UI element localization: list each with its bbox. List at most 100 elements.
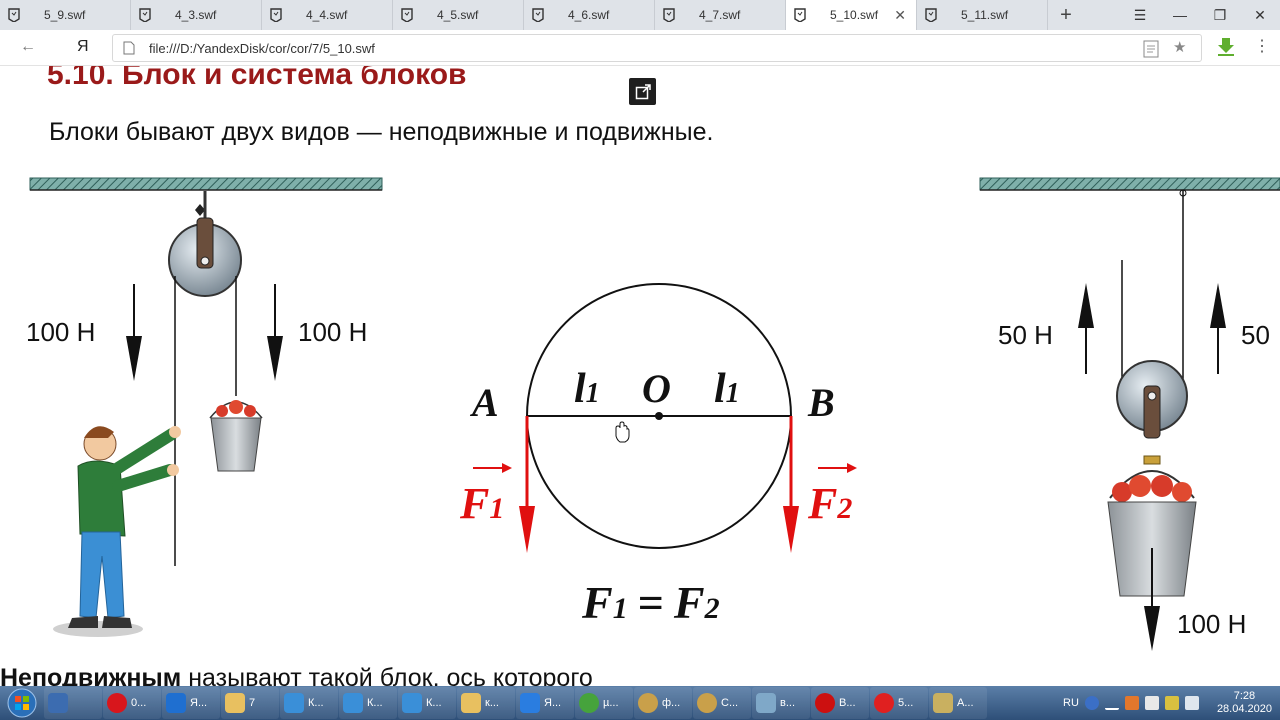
- definition-rest: называют такой блок, ось которого: [181, 664, 593, 686]
- F1-subscript: 1: [489, 492, 504, 525]
- l-letter: l: [574, 366, 586, 412]
- l-letter: l: [714, 366, 726, 412]
- taskbar-item-k1[interactable]: К...: [280, 687, 338, 719]
- flag-icon[interactable]: [1164, 696, 1179, 710]
- yandex-home-button[interactable]: Я: [77, 38, 89, 56]
- screen: 5_9.swf 4_3.swf 4_4.swf 4_5.swf 4_6.swf …: [0, 0, 1280, 720]
- taskbar-item-utorrent[interactable]: µ...: [575, 687, 633, 719]
- close-window-icon[interactable]: ✕: [1240, 0, 1280, 30]
- window-icon: [756, 693, 776, 713]
- l-subscript: 1: [586, 378, 600, 409]
- more-menu-icon[interactable]: ⋮: [1254, 36, 1270, 56]
- clock[interactable]: 7:28 28.04.2020: [1217, 690, 1272, 716]
- label-B: B: [807, 380, 835, 425]
- tab-label: 4_3.swf: [175, 8, 217, 22]
- taskbar-item-paint-f[interactable]: ф...: [634, 687, 692, 719]
- swf-file-icon: [8, 8, 20, 22]
- hand-cursor-icon: [615, 421, 630, 443]
- taskbar-item-recorder[interactable]: В...: [811, 687, 869, 719]
- close-tab-icon[interactable]: ✕: [894, 7, 906, 24]
- force-label-up-left: 50 Н: [998, 320, 1053, 350]
- force-label-up-right: 50: [1241, 320, 1270, 350]
- swf-file-icon: [270, 8, 282, 22]
- keys-icon: [933, 693, 953, 713]
- tab-4-6[interactable]: 4_6.swf: [524, 0, 655, 30]
- tab-4-7[interactable]: 4_7.swf: [655, 0, 786, 30]
- tab-4-3[interactable]: 4_3.swf: [131, 0, 262, 30]
- download-icon[interactable]: [1216, 37, 1236, 57]
- hamburger-menu-icon[interactable]: ☰: [1120, 0, 1160, 30]
- network-icon[interactable]: [1124, 696, 1139, 710]
- taskbar-item-opera[interactable]: 0...: [103, 687, 161, 719]
- taskbar-item-yandex-disk[interactable]: Я...: [162, 687, 220, 719]
- language-indicator[interactable]: RU: [1063, 697, 1079, 709]
- label-l1-right: l1: [714, 366, 740, 412]
- taskbar-item-v[interactable]: в...: [752, 687, 810, 719]
- device-icon[interactable]: [1144, 696, 1159, 710]
- tab-5-11[interactable]: 5_11.swf: [917, 0, 1048, 30]
- force-arrow-up-left: [1078, 283, 1094, 328]
- minimize-icon[interactable]: —: [1160, 0, 1200, 30]
- folder-icon: [461, 693, 481, 713]
- cloud-icon: [166, 693, 186, 713]
- volume-icon[interactable]: [1184, 696, 1199, 710]
- palette-icon: [697, 693, 717, 713]
- help-icon[interactable]: [1084, 696, 1099, 710]
- folder-icon: [225, 693, 245, 713]
- force-label-right: 100 Н: [298, 317, 367, 347]
- tray-expand-icon[interactable]: [1104, 696, 1119, 710]
- blocks-illustration: 100 Н 100 Н A B O l1 l1 F1 F2 F1 = F2 50…: [26, 177, 1280, 651]
- taskbar-item-keys[interactable]: А...: [929, 687, 987, 719]
- force-arrow-up-right: [1210, 283, 1226, 328]
- opera-icon: [107, 693, 127, 713]
- F-letter: F: [807, 479, 837, 528]
- ceiling-right: [979, 177, 1280, 191]
- tab-label: 4_6.swf: [568, 8, 610, 22]
- monitor-icon: [402, 693, 422, 713]
- F2-subscript: 2: [836, 492, 852, 525]
- force-label-left: 100 Н: [26, 317, 95, 347]
- monitor-icon: [343, 693, 363, 713]
- back-arrow-icon[interactable]: ←: [20, 38, 36, 56]
- boy-figure: [53, 426, 181, 637]
- taskbar-item-folder-7[interactable]: 7: [221, 687, 279, 719]
- new-tab-button[interactable]: +: [1048, 0, 1084, 30]
- definition-text: Неподвижным называют такой блок, ось кот…: [0, 664, 593, 686]
- url-text: file:///D:/YandexDisk/cor/cor/7/5_10.swf: [149, 41, 375, 56]
- taskbar-item-paint-s[interactable]: С...: [693, 687, 751, 719]
- taskbar-item-folder-k[interactable]: к...: [457, 687, 515, 719]
- tab-4-5[interactable]: 4_5.swf: [393, 0, 524, 30]
- tab-bar: 5_9.swf 4_3.swf 4_4.swf 4_5.swf 4_6.swf …: [0, 0, 1280, 30]
- taskbar-item-yandex[interactable]: Я...: [516, 687, 574, 719]
- taskbar-item-k3[interactable]: К...: [398, 687, 456, 719]
- bucket-left: [209, 400, 263, 472]
- restore-icon[interactable]: ❐: [1200, 0, 1240, 30]
- taskbar-item-yandex-browser[interactable]: 5...: [870, 687, 928, 719]
- tab-label: 5_11.swf: [961, 8, 1009, 22]
- reader-mode-icon[interactable]: [1143, 40, 1159, 58]
- url-field[interactable]: file:///D:/YandexDisk/cor/cor/7/5_10.swf…: [112, 34, 1202, 62]
- tab-label: 5_10.swf: [830, 8, 879, 22]
- record-icon: [815, 693, 835, 713]
- tab-4-4[interactable]: 4_4.swf: [262, 0, 393, 30]
- movable-block-scene: 50 Н 50 100 Н: [979, 177, 1280, 651]
- swf-file-icon: [663, 8, 675, 22]
- force-arrow-F2: [783, 506, 799, 553]
- tab-label: 4_7.swf: [699, 8, 741, 22]
- tab-5-10[interactable]: 5_10.swf ✕: [786, 0, 917, 30]
- ceiling-left: [29, 177, 383, 191]
- start-button[interactable]: [0, 686, 44, 720]
- l-subscript: 1: [726, 378, 740, 409]
- monitor-icon: [284, 693, 304, 713]
- file-page-icon: [123, 41, 135, 55]
- tab-5-9[interactable]: 5_9.swf: [0, 0, 131, 30]
- bookmark-star-icon[interactable]: ★: [1173, 38, 1186, 56]
- yandex-browser-icon: [874, 693, 894, 713]
- force-arrow-right: [267, 336, 283, 381]
- force-arrow-down: [1144, 606, 1160, 651]
- swf-file-icon: [794, 8, 806, 22]
- taskbar-item-k2[interactable]: К...: [339, 687, 397, 719]
- taskbar-item-audio[interactable]: [44, 687, 102, 719]
- address-bar: ← Я file:///D:/YandexDisk/cor/cor/7/5_10…: [0, 30, 1280, 66]
- windows-logo-icon: [7, 688, 37, 718]
